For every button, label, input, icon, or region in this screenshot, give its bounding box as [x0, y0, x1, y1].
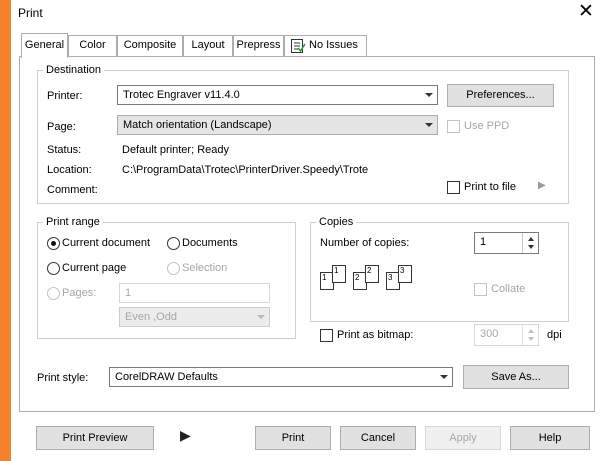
print-range-group-label: Print range — [43, 216, 103, 228]
even-odd-value: Even ,Odd — [125, 311, 177, 323]
print-style-select[interactable]: CorelDRAW Defaults — [109, 367, 453, 387]
use-ppd-label: Use PPD — [464, 120, 510, 132]
checklist-icon — [291, 39, 306, 53]
print-to-file-options-icon[interactable]: ▶ — [538, 180, 546, 191]
printer-label: Printer: — [47, 90, 83, 102]
bitmap-dpi-value: 300 — [480, 328, 499, 340]
chevron-down-icon — [425, 123, 433, 127]
status-value: Default printer; Ready — [122, 144, 229, 156]
collate-checkbox[interactable] — [474, 283, 487, 296]
copies-value: 1 — [480, 236, 487, 248]
spin-down-icon[interactable] — [528, 245, 534, 249]
pages-label: Pages: — [62, 287, 97, 299]
spin-down-icon[interactable] — [528, 337, 534, 341]
current-page-label: Current page — [62, 262, 127, 274]
pages-radio[interactable] — [47, 287, 60, 300]
tab-general[interactable]: General — [21, 33, 68, 58]
tab-composite[interactable]: Composite — [117, 35, 183, 57]
bitmap-spin-buttons[interactable] — [522, 325, 538, 345]
documents-label: Documents — [182, 237, 238, 249]
chevron-down-icon — [257, 315, 265, 319]
collate-label: Collate — [491, 283, 526, 295]
print-as-bitmap-checkbox[interactable] — [320, 329, 333, 342]
copies-spin-buttons[interactable] — [522, 233, 538, 253]
tab-color[interactable]: Color — [68, 35, 117, 57]
printer-select-value: Trotec Engraver v11.4.0 — [123, 89, 240, 101]
spin-up-icon[interactable] — [528, 237, 534, 241]
location-value: C:\ProgramData\Trotec\PrinterDriver.Spee… — [122, 164, 369, 176]
printer-select[interactable]: Trotec Engraver v11.4.0 — [117, 85, 438, 105]
page-orientation-value: Match orientation (Landscape) — [123, 119, 272, 131]
help-button[interactable]: Help — [510, 426, 590, 450]
print-to-file-label: Print to file — [464, 181, 516, 193]
page-orientation-select[interactable]: Match orientation (Landscape) — [117, 115, 438, 135]
collate-page-icon: 1 — [332, 265, 346, 283]
print-style-label: Print style: — [37, 372, 89, 384]
expand-preview-icon[interactable]: ▶ — [180, 427, 191, 444]
current-document-label: Current document — [62, 237, 151, 249]
current-document-radio[interactable] — [47, 237, 60, 250]
copies-group-label: Copies — [316, 216, 357, 228]
page-label: Page: — [47, 121, 76, 133]
chevron-down-icon — [425, 93, 433, 97]
use-ppd-checkbox[interactable] — [447, 120, 460, 133]
print-to-file-checkbox[interactable] — [447, 181, 460, 194]
accent-bar — [0, 0, 11, 461]
print-button[interactable]: Print — [255, 426, 331, 450]
documents-radio[interactable] — [167, 237, 180, 250]
destination-group-label: Destination — [43, 64, 105, 76]
print-as-bitmap-label: Print as bitmap: — [337, 329, 414, 341]
pages-input[interactable]: 1 — [119, 283, 270, 303]
status-label: Status: — [47, 144, 82, 156]
collate-page-icon: 3 — [398, 265, 412, 283]
preferences-button[interactable]: Preferences... — [447, 84, 554, 107]
selection-radio[interactable] — [167, 262, 180, 275]
dpi-unit-label: dpi — [547, 329, 562, 341]
collate-page-icon: 2 — [365, 265, 379, 283]
window-title: Print — [18, 6, 43, 20]
comment-label: Comment: — [47, 184, 98, 196]
print-preview-button[interactable]: Print Preview — [36, 426, 154, 450]
even-odd-select[interactable]: Even ,Odd — [119, 307, 270, 327]
print-style-value: CorelDRAW Defaults — [115, 371, 218, 383]
chevron-down-icon — [440, 375, 448, 379]
title-bar — [11, 0, 603, 26]
tab-issues-label: No Issues — [309, 39, 358, 51]
close-icon[interactable]: ✕ — [574, 1, 598, 23]
apply-button[interactable]: Apply — [425, 426, 501, 450]
current-page-radio[interactable] — [47, 262, 60, 275]
spin-up-icon[interactable] — [528, 329, 534, 333]
save-as-button[interactable]: Save As... — [463, 365, 569, 389]
tab-prepress[interactable]: Prepress — [233, 35, 284, 57]
location-label: Location: — [47, 164, 92, 176]
number-of-copies-label: Number of copies: — [320, 237, 410, 249]
selection-label: Selection — [182, 262, 228, 274]
cancel-button[interactable]: Cancel — [340, 426, 416, 450]
tab-layout[interactable]: Layout — [183, 35, 233, 57]
